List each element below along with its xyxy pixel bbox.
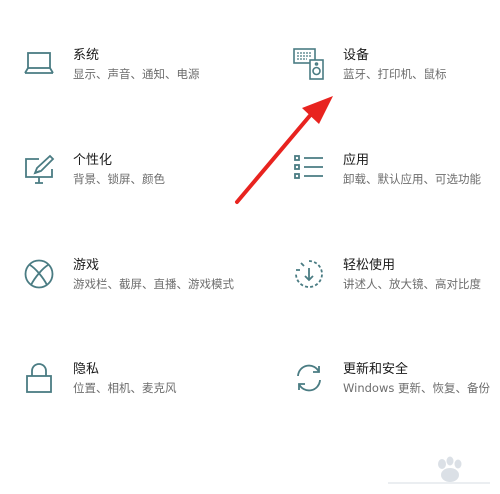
- apps-list-icon: [293, 153, 325, 185]
- personalization-icon: [23, 153, 55, 185]
- tile-ease-title: 轻松使用: [343, 258, 396, 273]
- tile-personalization-desc: 背景、锁屏、颜色: [73, 172, 165, 186]
- tile-ease-of-access[interactable]: 轻松使用 讲述人、放大镜、高对比度: [293, 258, 500, 318]
- xbox-icon: [23, 258, 55, 290]
- tile-personalization-title: 个性化: [73, 153, 113, 168]
- tile-system[interactable]: 系统 显示、声音、通知、电源: [23, 48, 263, 108]
- tile-update-security[interactable]: 更新和安全 Windows 更新、恢复、备份: [293, 362, 500, 422]
- ease-of-access-icon: [293, 258, 325, 290]
- devices-icon: [293, 48, 325, 80]
- tile-gaming[interactable]: 游戏 游戏栏、截屏、直播、游戏模式: [23, 258, 263, 318]
- tile-update-desc: Windows 更新、恢复、备份: [343, 381, 490, 395]
- tile-privacy[interactable]: 隐私 位置、相机、麦克风: [23, 362, 263, 422]
- lock-icon: [23, 362, 55, 394]
- tile-privacy-title: 隐私: [73, 362, 100, 377]
- tile-devices-desc: 蓝牙、打印机、鼠标: [343, 67, 447, 81]
- tile-apps-desc: 卸载、默认应用、可选功能: [343, 172, 481, 186]
- tile-apps[interactable]: 应用 卸载、默认应用、可选功能: [293, 153, 500, 213]
- tile-privacy-desc: 位置、相机、麦克风: [73, 381, 177, 395]
- tile-devices-title: 设备: [343, 48, 370, 63]
- tile-system-desc: 显示、声音、通知、电源: [73, 67, 200, 81]
- tile-ease-desc: 讲述人、放大镜、高对比度: [343, 277, 481, 291]
- sync-icon: [293, 362, 325, 394]
- tile-personalization[interactable]: 个性化 背景、锁屏、颜色: [23, 153, 263, 213]
- laptop-icon: [23, 48, 55, 80]
- tile-gaming-title: 游戏: [73, 258, 100, 273]
- tile-apps-title: 应用: [343, 153, 370, 168]
- tile-gaming-desc: 游戏栏、截屏、直播、游戏模式: [73, 277, 234, 291]
- tile-devices[interactable]: 设备 蓝牙、打印机、鼠标: [293, 48, 500, 108]
- tile-update-title: 更新和安全: [343, 362, 409, 377]
- baidu-watermark-logo: [388, 456, 490, 484]
- tile-system-title: 系统: [73, 48, 100, 63]
